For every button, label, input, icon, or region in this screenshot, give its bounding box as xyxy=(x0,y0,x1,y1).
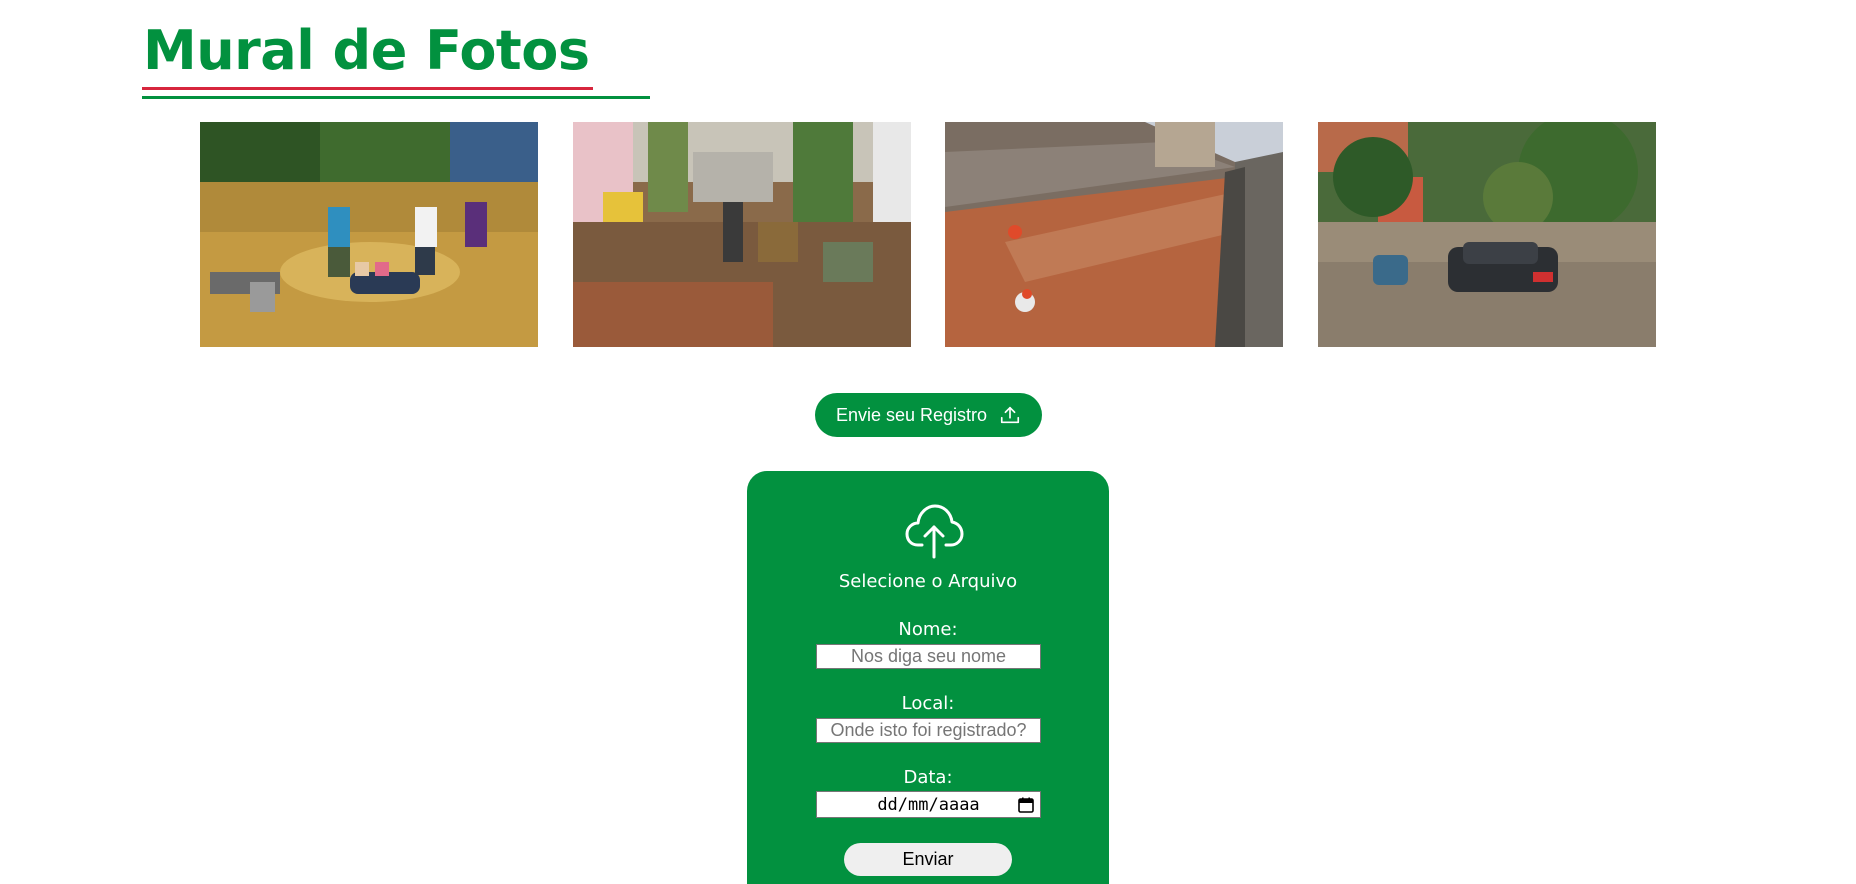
upload-form: Selecione o Arquivo Nome: Local: Data: d… xyxy=(747,471,1109,884)
debris-street-photo[interactable] xyxy=(573,122,911,347)
name-label: Nome: xyxy=(898,619,958,640)
photo-image xyxy=(945,122,1283,347)
photo-image xyxy=(1318,122,1656,347)
photo-image xyxy=(200,122,538,347)
calendar-icon[interactable] xyxy=(1018,797,1034,813)
title-underline-green xyxy=(142,96,650,99)
title-underline-red xyxy=(142,87,593,90)
date-label: Data: xyxy=(903,767,953,788)
submit-button[interactable]: Enviar xyxy=(844,843,1012,876)
date-placeholder: dd/mm/aaaa xyxy=(877,794,980,815)
flooded-warehouse-photo[interactable] xyxy=(945,122,1283,347)
flooded-car-photo[interactable] xyxy=(1318,122,1656,347)
send-record-button[interactable]: Envie seu Registro xyxy=(815,393,1042,437)
location-label: Local: xyxy=(901,693,955,714)
name-input[interactable] xyxy=(816,644,1041,669)
cloud-upload-icon[interactable] xyxy=(904,501,964,559)
upload-icon xyxy=(1000,406,1020,424)
select-file-link[interactable]: Selecione o Arquivo xyxy=(747,571,1109,592)
photo-image xyxy=(573,122,911,347)
location-input[interactable] xyxy=(816,718,1041,743)
page-title: Mural de Fotos xyxy=(143,19,590,82)
date-input[interactable]: dd/mm/aaaa xyxy=(816,791,1041,818)
flooded-street-rescue-photo[interactable] xyxy=(200,122,538,347)
send-record-label: Envie seu Registro xyxy=(835,404,988,425)
